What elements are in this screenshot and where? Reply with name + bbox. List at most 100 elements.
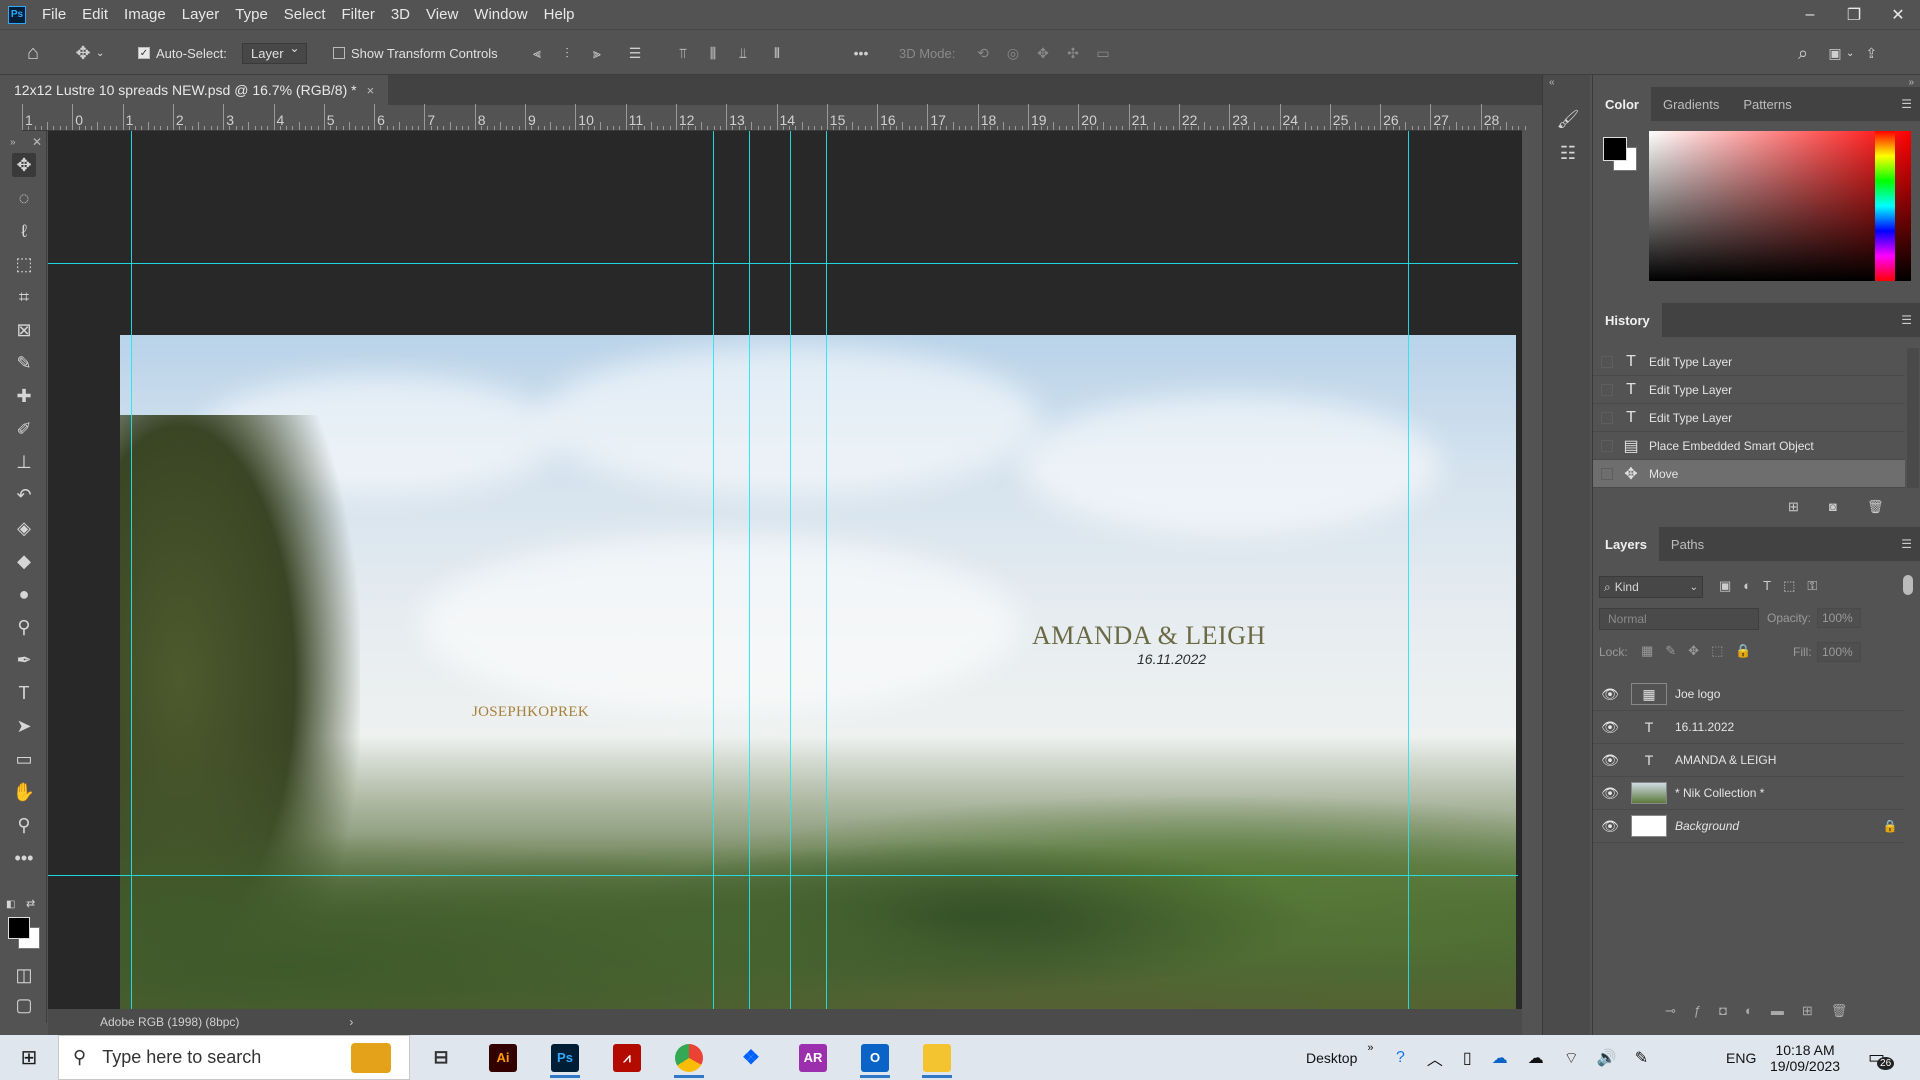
screen-mode-icon[interactable]: ▢ (12, 993, 36, 1017)
rectangle-tool-icon[interactable]: ▭ (12, 747, 36, 771)
align-center-h-icon[interactable]: ⫶ (556, 42, 578, 64)
align-middle-v-icon[interactable]: ⫼ (702, 42, 724, 64)
menu-edit[interactable]: Edit (74, 0, 116, 29)
marquee-tool-icon[interactable]: ◌ (12, 186, 36, 210)
menu-file[interactable]: File (34, 0, 74, 29)
history-item[interactable]: T Edit Type Layer (1593, 404, 1905, 432)
home-button[interactable]: ⌂ (22, 30, 44, 76)
horizontal-ruler[interactable]: 1 0 1 2 3 4 5 6 7 8 9 10 11 12 13 14 15 16 17 18 19 20 21 22 23 2… (22, 104, 1526, 131)
tab-layers[interactable]: Layers (1593, 527, 1659, 561)
align-bottom-icon[interactable]: ⫫ (732, 42, 754, 64)
help-icon[interactable]: ? (1396, 1049, 1405, 1067)
tab-history[interactable]: History (1593, 303, 1662, 337)
history-item[interactable]: T Edit Type Layer (1593, 376, 1905, 404)
trash-icon[interactable]: 🗑 (1867, 499, 1884, 515)
volume-icon[interactable]: 🔊 (1597, 1048, 1617, 1068)
notifications-button[interactable]: ▭ 26 (1868, 1035, 1895, 1080)
windows-start-button[interactable]: ⊞ (0, 1035, 58, 1080)
fx-icon[interactable]: ƒ (1694, 1003, 1719, 1018)
layer-filter-icons[interactable]: ▣◐T⬚⚿ (1719, 578, 1829, 594)
restore-button[interactable]: ❐ (1832, 0, 1876, 29)
type-tool-icon[interactable]: T (12, 681, 36, 705)
swap-colors-icon[interactable]: ⇄ (26, 897, 35, 910)
minimize-button[interactable]: – (1788, 0, 1832, 29)
guide-horizontal[interactable] (48, 875, 1518, 876)
blur-tool-icon[interactable]: ● (12, 582, 36, 606)
clone-stamp-tool-icon[interactable]: ⊥ (12, 450, 36, 474)
adjustment-layer-icon[interactable]: ◐ (1745, 1003, 1771, 1018)
tab-color[interactable]: Color (1593, 87, 1651, 121)
search-icon[interactable]: ⌕ (1792, 42, 1814, 64)
show-transform-checkbox[interactable]: Show Transform Controls (333, 30, 498, 76)
panel-menu-icon[interactable]: ☰ (1901, 97, 1912, 111)
add-mask-icon[interactable]: ◘ (1719, 1003, 1745, 1018)
pen-tool-icon[interactable]: ✒ (12, 648, 36, 672)
paint-bucket-tool-icon[interactable]: ◆ (12, 549, 36, 573)
dodge-tool-icon[interactable]: ⚲ (12, 615, 36, 639)
crop-tool-icon[interactable]: ⌗ (12, 285, 36, 309)
default-colors-icon[interactable]: ◧ (6, 899, 15, 910)
layer-row[interactable]: 👁 T AMANDA & LEIGH (1593, 744, 1905, 777)
cloud-icon[interactable]: ☁ (1528, 1048, 1544, 1068)
tab-paths[interactable]: Paths (1659, 527, 1716, 561)
layer-filter-dropdown[interactable]: ⌕ Kind ⌄ (1599, 576, 1703, 598)
menu-help[interactable]: Help (536, 0, 583, 29)
align-right-icon[interactable]: ⫸ (586, 42, 608, 64)
menu-type[interactable]: Type (227, 0, 276, 29)
layer-row[interactable]: 👁 * Nik Collection * (1593, 777, 1905, 810)
taskbar-acrobat[interactable]: ⩘ (596, 1035, 658, 1080)
eraser-tool-icon[interactable]: ◈ (12, 516, 36, 540)
taskbar-dropbox[interactable]: ❖ (720, 1035, 782, 1080)
collapse-strip-icon[interactable]: « (1549, 77, 1555, 88)
adjustments-icon[interactable]: ☷ (1553, 139, 1583, 167)
document-tab[interactable]: 12x12 Lustre 10 spreads NEW.psd @ 16.7% … (0, 75, 388, 105)
history-item-selected[interactable]: ✥ Move (1593, 460, 1905, 488)
menu-select[interactable]: Select (276, 0, 334, 29)
filter-toggle[interactable] (1903, 575, 1913, 595)
quick-mask-icon[interactable]: ◫ (12, 963, 36, 987)
device-icon[interactable]: ▯ (1463, 1048, 1472, 1068)
brush-settings-icon[interactable]: 🖌 (1553, 105, 1583, 133)
distribute-h-icon[interactable]: ☰ (624, 42, 646, 64)
foreground-color-chip[interactable] (1603, 137, 1627, 161)
new-layer-icon[interactable]: ⊞ (1802, 1003, 1831, 1018)
frame-tool-icon[interactable]: ⊠ (12, 318, 36, 342)
foreground-color-swatch[interactable] (8, 917, 30, 939)
layer-row[interactable]: 👁 Background 🔒 (1593, 810, 1905, 843)
more-tools-icon[interactable]: ••• (12, 846, 36, 870)
menu-layer[interactable]: Layer (174, 0, 228, 29)
menu-image[interactable]: Image (116, 0, 174, 29)
eye-icon[interactable]: 👁 (1593, 752, 1627, 769)
color-field[interactable] (1649, 131, 1911, 281)
align-left-icon[interactable]: ⫷ (526, 42, 548, 64)
layer-row[interactable]: 👁 ▦ Joe logo (1593, 678, 1905, 711)
close-button[interactable]: ✕ (1876, 0, 1920, 29)
move-tool-icon[interactable]: ✥ (12, 153, 36, 177)
guide-horizontal[interactable] (48, 263, 1518, 264)
fill-input[interactable]: 100% (1817, 642, 1861, 662)
panel-menu-icon[interactable]: ☰ (1901, 313, 1912, 327)
align-top-icon[interactable]: ⫪ (672, 42, 694, 64)
delete-layer-icon[interactable]: 🗑 (1831, 1003, 1866, 1018)
eyedropper-tool-icon[interactable]: ✎ (12, 351, 36, 375)
taskbar-chrome[interactable] (658, 1035, 720, 1080)
layer-row[interactable]: 👁 T 16.11.2022 (1593, 711, 1905, 744)
zoom-tool-icon[interactable]: ⚲ (12, 813, 36, 837)
history-item[interactable]: T Edit Type Layer (1593, 348, 1905, 376)
eye-icon[interactable]: 👁 (1593, 785, 1627, 802)
panel-menu-icon[interactable]: ☰ (1901, 537, 1912, 551)
orbit-3d-icon[interactable]: ⟲ (972, 42, 994, 64)
camera-icon[interactable]: ◙ (1829, 499, 1837, 514)
close-toolbox-icon[interactable]: ✕ (32, 135, 42, 149)
brush-tool-icon[interactable]: ✐ (12, 417, 36, 441)
auto-select-target-dropdown[interactable]: Layer (242, 41, 307, 64)
hue-slider[interactable] (1875, 131, 1895, 281)
workspace-icon[interactable]: ▣ (1824, 42, 1846, 64)
roll-3d-icon[interactable]: ◎ (1002, 42, 1024, 64)
wedding-date-text[interactable]: 16.11.2022 (1137, 651, 1206, 667)
history-scrollbar[interactable] (1907, 348, 1919, 488)
slide-3d-icon[interactable]: ✣ (1062, 42, 1084, 64)
lock-options-icons[interactable]: ▦✎✥⬚🔒 (1641, 643, 1764, 659)
scale-3d-icon[interactable]: ▭ (1092, 42, 1114, 64)
share-icon[interactable]: ⇪ (1860, 42, 1882, 64)
